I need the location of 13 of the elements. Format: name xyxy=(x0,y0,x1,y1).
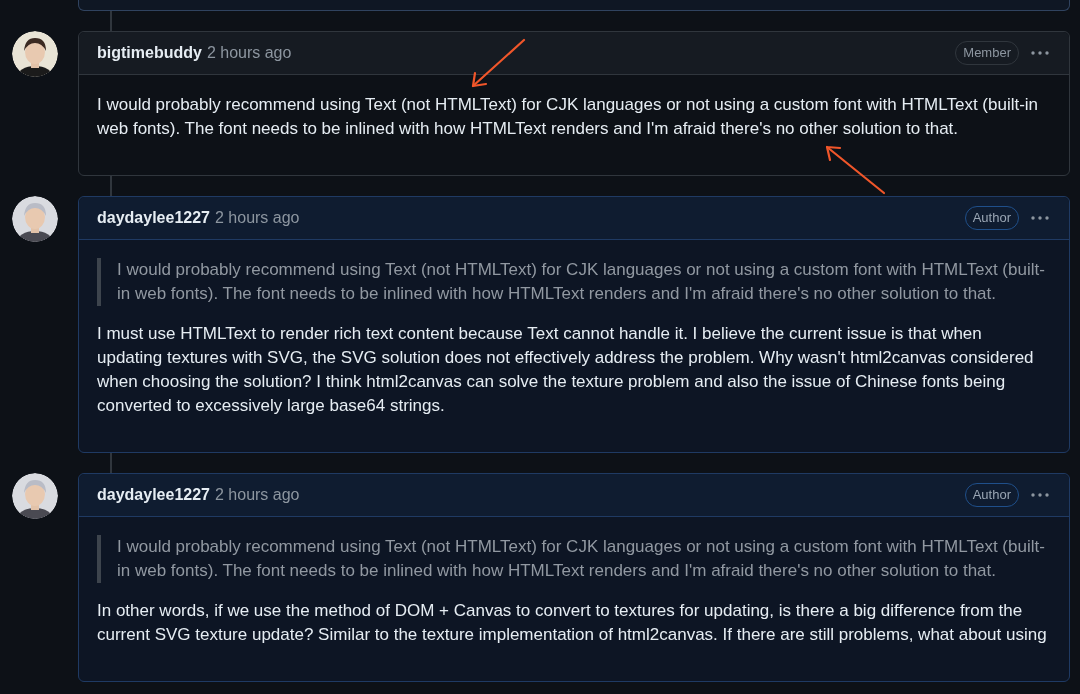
comment-text: I would probably recommend using Text (not HTMLText) for CJK languages or not using a custom font with HTMLText (built-in web fonts). The font needs to be inlined with how HTMLText renders and I'm afraid there's no other solution to that. xyxy=(97,94,1040,140)
annotation-arrow xyxy=(825,145,886,195)
author-link[interactable]: bigtimebuddy xyxy=(97,41,202,65)
comment-text: In other words, if we use the method of DOM + Canvas to convert to textures for updating, is there a big difference from the current SVG texture update? Similar to the texture implementation of html2canvas. If there are still problems, what about using xyxy=(97,600,1048,646)
quoted-text: I would probably recommend using Text (not HTMLText) for CJK languages or not using a custom font with HTMLText (built-in web fonts). The font needs to be inlined with how HTMLText renders and I'm afraid there's no other solution to that. xyxy=(97,258,1051,306)
comment-text: I must use HTMLText to render rich text content because Text cannot handle it. I believe the current issue is that when updating textures with SVG, the SVG solution does not effectively address the problem. Why wasn't html2canvas considered when choosing the solution? I think html2canvas can solve the texture problem and also the issue of Chinese fonts being converted to excessively large base64 strings. xyxy=(97,323,1035,417)
timestamp-link[interactable]: 2 hours ago xyxy=(206,41,292,65)
author-link[interactable]: daydaylee1227 xyxy=(97,483,210,507)
timestamp-link[interactable]: 2 hours ago xyxy=(215,483,300,507)
author-link[interactable]: daydaylee1227 xyxy=(97,206,210,230)
timestamp-link[interactable]: 2 hours ago xyxy=(215,206,300,230)
annotation-arrow xyxy=(471,38,526,88)
quoted-text: I would probably recommend using Text (not HTMLText) for CJK languages or not using a custom font with HTMLText (built-in web fonts). The font needs to be inlined with how HTMLText renders and I'm afraid there's no other solution to that. xyxy=(97,535,1051,583)
